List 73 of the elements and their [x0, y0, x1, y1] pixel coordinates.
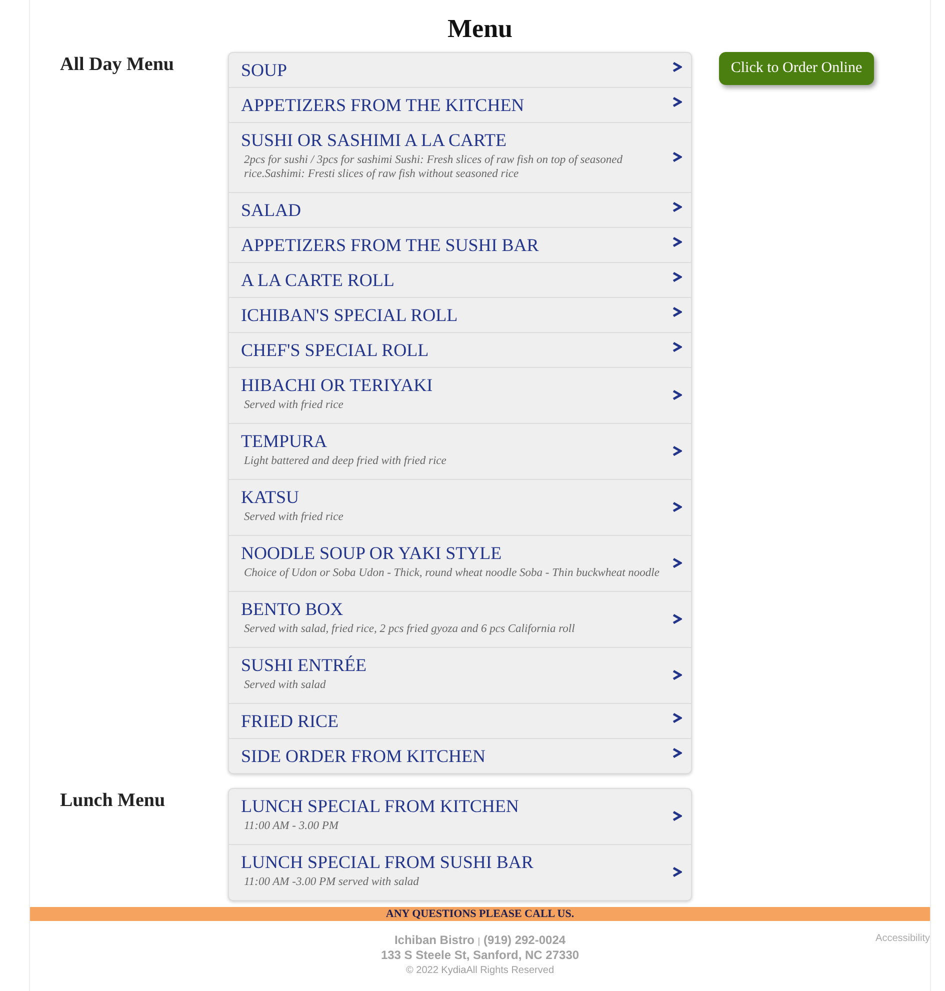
chevron-right-icon [672, 747, 682, 759]
menu-category-row[interactable]: SALAD [229, 193, 691, 228]
category-description: 2pcs for sushi / 3pcs for sashimi Sushi: Fresh slices of raw fish on top of seasoned rice.Sashimi: Fresti slices of raw fish without seasoned rice [243, 153, 624, 182]
category-name: SOUP [241, 59, 288, 81]
category-description: Served with fried rice [243, 398, 344, 413]
menu-category-row[interactable]: SUSHI ENTRÉE Served with salad [229, 648, 691, 704]
chevron-right-icon [672, 96, 682, 108]
menu-category-row[interactable]: SIDE ORDER FROM KITCHEN [229, 739, 691, 773]
business-name: Ichiban Bistro [394, 933, 474, 947]
chevron-right-icon [672, 668, 682, 680]
category-name: APPETIZERS FROM THE SUSHI BAR [241, 234, 539, 256]
menu-category-row[interactable]: APPETIZERS FROM THE SUSHI BAR [229, 228, 691, 263]
category-name: LUNCH SPECIAL FROM SUSHI BAR [241, 851, 534, 873]
chevron-right-icon [672, 444, 682, 456]
category-name: SUSHI ENTRÉE [241, 654, 366, 676]
category-name: APPETIZERS FROM THE KITCHEN [241, 94, 524, 116]
category-name: ICHIBAN'S SPECIAL ROLL [241, 304, 458, 326]
category-name: KATSU [241, 486, 300, 508]
menu-category-row[interactable]: FRIED RICE [229, 704, 691, 739]
category-description: 11:00 AM - 3.00 PM [243, 819, 340, 834]
chevron-right-icon [672, 271, 682, 283]
menu-category-row[interactable]: SOUP [229, 53, 691, 88]
category-description: Served with fried rice [243, 510, 344, 525]
menu-category-row[interactable]: HIBACHI OR TERIYAKI Served with fried rice [229, 368, 691, 424]
chevron-right-icon [672, 61, 682, 73]
category-name: NOODLE SOUP OR YAKI STYLE [241, 542, 502, 564]
category-name: SALAD [241, 199, 302, 221]
category-description: Served with salad, fried rice, 2 pcs fried gyoza and 6 pcs California roll [243, 622, 576, 637]
order-online-button[interactable]: Click to Order Online [718, 52, 874, 85]
chevron-right-icon [672, 201, 682, 213]
menu-category-row[interactable]: A LA CARTE ROLL [229, 263, 691, 298]
section-title: Lunch Menu [59, 789, 166, 813]
category-name: FRIED RICE [241, 710, 339, 732]
menu-category-row[interactable]: KATSU Served with fried rice [229, 480, 691, 536]
menu-category-row[interactable]: CHEF'S SPECIAL ROLL [229, 333, 691, 368]
category-name: SIDE ORDER FROM KITCHEN [241, 745, 486, 767]
copyright: © 2022 [406, 965, 438, 976]
chevron-right-icon [672, 500, 682, 512]
chevron-right-icon [672, 388, 682, 400]
menu-category-row[interactable]: NOODLE SOUP OR YAKI STYLE Choice of Udon or Soba Udon - Thick, round wheat noodle Soba - Thin buckwheat noodle [229, 536, 691, 592]
menu-category-row[interactable]: LUNCH SPECIAL FROM SUSHI BAR 11:00 AM -3.00 PM served with salad [229, 845, 691, 900]
notice-bar: ANY QUESTIONS PLEASE CALL US. [30, 907, 930, 921]
address: 133 S Steele St, Sanford, NC 27330 [380, 948, 580, 962]
menu-category-row[interactable]: TEMPURA Light battered and deep fried with fried rice [229, 424, 691, 480]
category-name: A LA CARTE ROLL [241, 269, 394, 291]
category-name: CHEF'S SPECIAL ROLL [241, 339, 429, 361]
category-name: LUNCH SPECIAL FROM KITCHEN [241, 795, 519, 817]
separator: | [478, 936, 480, 946]
chevron-right-icon [672, 556, 682, 568]
menu-category-row[interactable]: SUSHI OR SASHIMI A LA CARTE 2pcs for sushi / 3pcs for sashimi Sushi: Fresh slices of raw fish on top of seasoned rice.Sashimi: Fresti slices of raw fish without seasoned rice [229, 123, 691, 193]
section-title: All Day Menu [59, 53, 175, 77]
menu-category-row[interactable]: APPETIZERS FROM THE KITCHEN [229, 88, 691, 123]
chevron-right-icon [672, 150, 682, 162]
category-description: 11:00 AM -3.00 PM served with salad [243, 875, 420, 890]
menu-category-row[interactable]: LUNCH SPECIAL FROM KITCHEN 11:00 AM - 3.00 PM [229, 789, 691, 845]
chevron-right-icon [672, 712, 682, 724]
category-description: Light battered and deep fried with fried rice [243, 454, 448, 469]
category-name: HIBACHI OR TERIYAKI [241, 374, 433, 396]
page-title: Menu [446, 13, 514, 45]
menu-category-row[interactable]: BENTO BOX Served with salad, fried rice, 2 pcs fried gyoza and 6 pcs California roll [229, 592, 691, 648]
chevron-right-icon [672, 341, 682, 353]
rights-text: All Rights Reserved [466, 965, 554, 976]
category-description: Served with salad [243, 678, 327, 693]
chevron-right-icon [672, 866, 682, 878]
category-name: TEMPURA [241, 430, 328, 452]
chevron-right-icon [672, 306, 682, 318]
chevron-right-icon [672, 612, 682, 624]
chevron-right-icon [672, 236, 682, 248]
menu-category-row[interactable]: ICHIBAN'S SPECIAL ROLL [229, 298, 691, 333]
category-name: SUSHI OR SASHIMI A LA CARTE [241, 129, 506, 151]
category-description: Choice of Udon or Soba Udon - Thick, round wheat noodle Soba - Thin buckwheat noodle [243, 566, 660, 581]
chevron-right-icon [672, 810, 682, 822]
category-name: BENTO BOX [241, 598, 344, 620]
